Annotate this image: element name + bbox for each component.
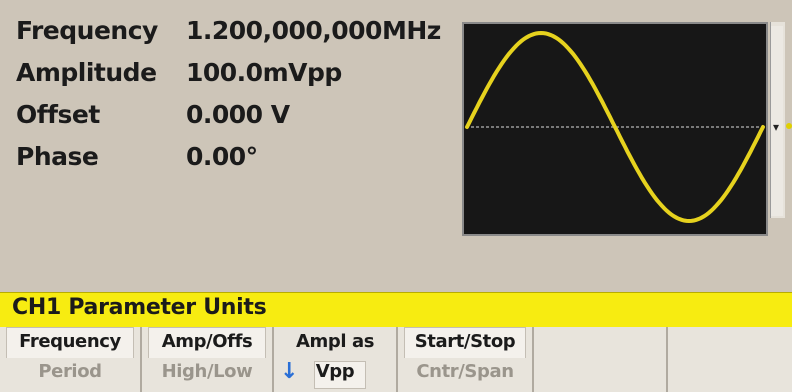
softkey-1-line1: Frequency bbox=[19, 331, 121, 352]
menu-title: CH1 Parameter Units bbox=[12, 295, 267, 320]
softkey-2-line1: Amp/Offs bbox=[161, 331, 253, 352]
softkey-2-line2: High/Low bbox=[161, 361, 253, 382]
offset-label: Offset bbox=[16, 100, 100, 129]
softkey-1-line2: Period bbox=[38, 361, 102, 382]
phase-label: Phase bbox=[16, 142, 99, 171]
level-marker-icon: ▾ bbox=[773, 120, 780, 134]
softkey-amp-offs-high-low[interactable]: Amp/Offs High/Low bbox=[142, 327, 274, 392]
softkey-3-line1: Ampl as bbox=[295, 331, 375, 352]
instrument-screen: Frequency 1.200,000,000MHz Amplitude 100… bbox=[0, 0, 792, 392]
softkey-4-line2: Cntr/Span bbox=[416, 361, 514, 382]
softkey-4-line1: Start/Stop bbox=[414, 331, 516, 352]
softkey-blank-6[interactable] bbox=[668, 327, 792, 392]
amplitude-value: 100.0mVpp bbox=[186, 58, 342, 87]
level-dot-icon bbox=[786, 123, 792, 129]
softkey-bar: Frequency Period Amp/Offs High/Low Ampl … bbox=[0, 327, 792, 392]
amplitude-label: Amplitude bbox=[16, 58, 157, 87]
frequency-label: Frequency bbox=[16, 16, 158, 45]
waveform-plot bbox=[465, 30, 765, 224]
menu-title-bar: CH1 Parameter Units bbox=[0, 292, 792, 327]
softkey-3-line2: Vpp bbox=[315, 361, 355, 382]
phase-value: 0.00° bbox=[186, 142, 258, 171]
softkey-blank-5[interactable] bbox=[534, 327, 668, 392]
frequency-value: 1.200,000,000MHz bbox=[186, 16, 441, 45]
offset-value: 0.000 V bbox=[186, 100, 290, 129]
softkey-ampl-as[interactable]: Ampl as ↓ Vpp bbox=[274, 327, 398, 392]
softkey-start-stop-cntr-span[interactable]: Start/Stop Cntr/Span bbox=[398, 327, 534, 392]
softkey-frequency-period[interactable]: Frequency Period bbox=[0, 327, 142, 392]
waveform-display bbox=[462, 22, 768, 236]
